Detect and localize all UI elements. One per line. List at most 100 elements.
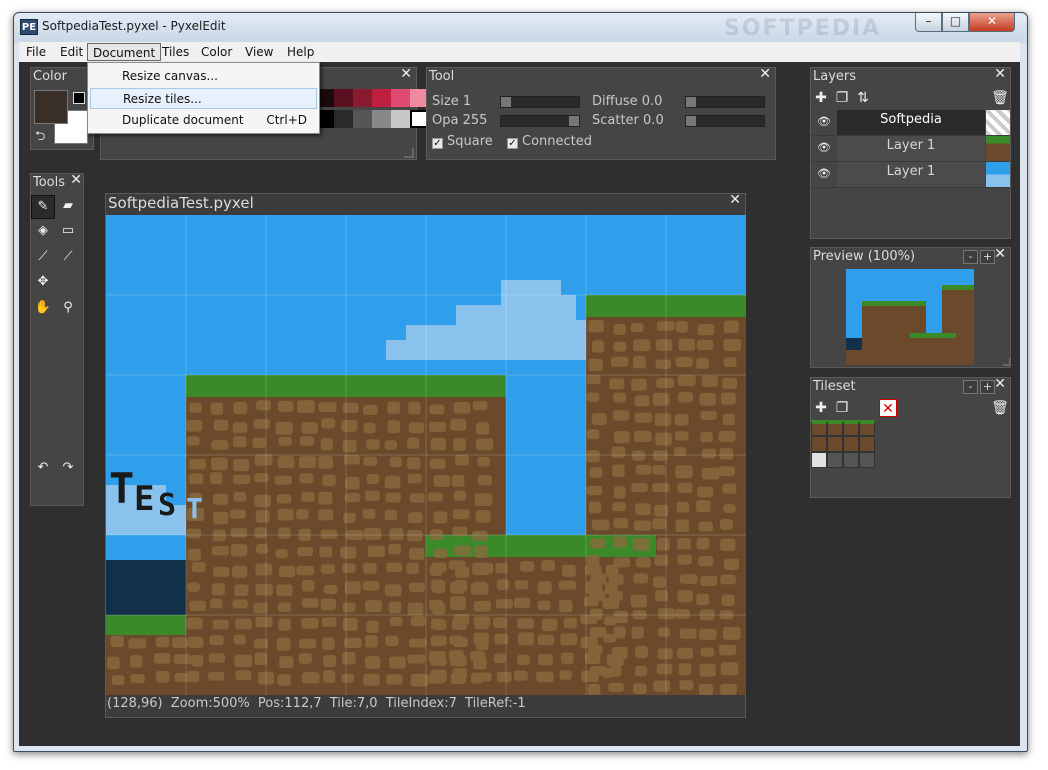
tile-cell[interactable] [859, 452, 875, 468]
tile-cell[interactable] [843, 436, 859, 452]
scatter-slider[interactable] [685, 115, 765, 127]
tile-cell[interactable] [843, 420, 859, 436]
svg-text:T: T [186, 492, 203, 525]
close-button[interactable]: ✕ [969, 13, 1015, 32]
connected-label: Connected [522, 134, 593, 149]
layer-name[interactable]: Layer 1 [837, 162, 985, 187]
tile-cell[interactable] [843, 452, 859, 468]
menu-view[interactable]: View [240, 43, 278, 61]
default-colors-icon[interactable] [73, 92, 85, 104]
tile-cell[interactable] [827, 452, 843, 468]
tile-cell[interactable] [859, 420, 875, 436]
resize-grip-icon[interactable] [404, 148, 414, 158]
palette-close-icon[interactable]: ✕ [400, 66, 412, 82]
eye-icon[interactable]: 👁 [817, 168, 831, 180]
maximize-button[interactable]: □ [942, 13, 969, 32]
watermark: SOFTPEDIA [724, 16, 882, 41]
palette-swatch[interactable] [391, 110, 410, 128]
zoom-in-button[interactable]: + [980, 250, 995, 264]
menu-edit[interactable]: Edit [55, 43, 88, 61]
menu-item-duplicate-document[interactable]: Duplicate document Ctrl+D [90, 110, 317, 131]
hand-tool-icon[interactable]: ✋ [31, 297, 55, 321]
menu-document[interactable]: Document [87, 43, 162, 61]
layer-name[interactable]: Softpedia [837, 110, 985, 135]
move-tool-icon[interactable]: ✥ [31, 271, 55, 295]
connected-checkbox[interactable]: ✓ [507, 138, 518, 149]
merge-layer-icon[interactable]: ⇅ [854, 89, 872, 107]
tools-close-icon[interactable]: ✕ [70, 172, 82, 188]
trash-icon[interactable]: 🗑 [991, 399, 1009, 417]
zoom-out-button[interactable]: - [963, 250, 978, 264]
tileset-grid[interactable] [811, 420, 875, 468]
eraser-tool-icon[interactable]: ▰ [56, 195, 80, 219]
palette-swatch[interactable] [353, 89, 372, 107]
canvas-text-art: T [109, 464, 134, 513]
pixel-canvas[interactable]: T E S T [106, 215, 746, 695]
tile-cell[interactable] [811, 436, 827, 452]
layers-panel-title: Layers [813, 69, 857, 84]
title-bar[interactable]: PE SoftpediaTest.pyxel - PyxelEdit SOFTP… [14, 13, 1027, 43]
tile-cell[interactable] [859, 436, 875, 452]
delete-unused-tiles-icon[interactable]: ✕ [879, 399, 897, 417]
opacity-slider[interactable] [500, 115, 580, 127]
size-slider[interactable] [500, 96, 580, 108]
workspace: Color ⮌ ✕ Tool ✕ Size 1 Opa 255 Diffuse … [19, 62, 1020, 746]
minimize-button[interactable]: – [915, 13, 942, 32]
swap-colors-icon[interactable]: ⮌ [35, 127, 45, 149]
palette-swatch[interactable] [353, 110, 372, 128]
brush-tool-icon[interactable]: ⟋ [56, 246, 80, 270]
duplicate-tile-icon[interactable]: ❐ [833, 399, 851, 417]
layer-name[interactable]: Layer 1 [837, 136, 985, 161]
color-panel: Color ⮌ [30, 67, 94, 150]
menu-tiles[interactable]: Tiles [157, 43, 194, 61]
menu-item-resize-canvas[interactable]: Resize canvas... [90, 66, 317, 87]
diffuse-slider[interactable] [685, 96, 765, 108]
preview-close-icon[interactable]: ✕ [994, 246, 1006, 262]
diffuse-label: Diffuse 0.0 [592, 94, 663, 109]
opacity-label: Opa 255 [432, 113, 488, 128]
add-layer-icon[interactable]: ✚ [812, 89, 830, 107]
undo-icon[interactable]: ↶ [31, 457, 55, 481]
redo-icon[interactable]: ↷ [56, 457, 80, 481]
palette-swatch[interactable] [334, 110, 353, 128]
tileset-zoom-in-button[interactable]: + [980, 380, 995, 394]
palette-swatch[interactable] [391, 89, 410, 107]
preview-panel: Preview (100%) - + ✕ [810, 246, 1011, 368]
menu-color[interactable]: Color [196, 43, 237, 61]
fill-tool-icon[interactable]: ◈ [31, 220, 55, 244]
layer-row[interactable]: 👁 Layer 1 [811, 162, 1010, 188]
tile-cell[interactable] [827, 420, 843, 436]
menu-file[interactable]: File [21, 43, 51, 61]
layer-row[interactable]: 👁 Softpedia [811, 110, 1010, 136]
eyedropper-icon[interactable]: ⟋ [31, 246, 55, 270]
square-label: Square [447, 134, 493, 149]
pencil-tool-icon[interactable]: ✎ [31, 195, 55, 219]
tool-close-icon[interactable]: ✕ [759, 66, 771, 82]
size-label: Size 1 [432, 94, 472, 109]
tile-cell[interactable] [811, 420, 827, 436]
canvas-status-bar: (128,96) Zoom:500% Pos:112,7 Tile:7,0 Ti… [107, 696, 526, 711]
eye-icon[interactable]: 👁 [817, 116, 831, 128]
delete-layer-icon[interactable]: 🗑 [991, 89, 1009, 107]
tileset-zoom-out-button[interactable]: - [963, 380, 978, 394]
layer-thumbnail [986, 162, 1010, 187]
add-tile-icon[interactable]: ✚ [812, 399, 830, 417]
square-checkbox[interactable]: ✓ [432, 138, 443, 149]
canvas-close-icon[interactable]: ✕ [729, 192, 741, 208]
zoom-tool-icon[interactable]: ⚲ [56, 297, 80, 321]
palette-swatch[interactable] [334, 89, 353, 107]
tile-cell[interactable] [827, 436, 843, 452]
tile-cell[interactable] [811, 452, 827, 468]
resize-grip-icon[interactable] [1003, 358, 1011, 366]
eye-icon[interactable]: 👁 [817, 142, 831, 154]
tileset-close-icon[interactable]: ✕ [994, 376, 1006, 392]
select-rect-icon[interactable]: ▭ [56, 220, 80, 244]
layer-row[interactable]: 👁 Layer 1 [811, 136, 1010, 162]
palette-swatch[interactable] [372, 110, 391, 128]
layers-close-icon[interactable]: ✕ [994, 66, 1006, 82]
tool-panel-title: Tool [429, 69, 455, 84]
duplicate-layer-icon[interactable]: ❐ [833, 89, 851, 107]
menu-help[interactable]: Help [282, 43, 319, 61]
menu-item-resize-tiles[interactable]: Resize tiles... [90, 88, 317, 109]
palette-swatch[interactable] [372, 89, 391, 107]
